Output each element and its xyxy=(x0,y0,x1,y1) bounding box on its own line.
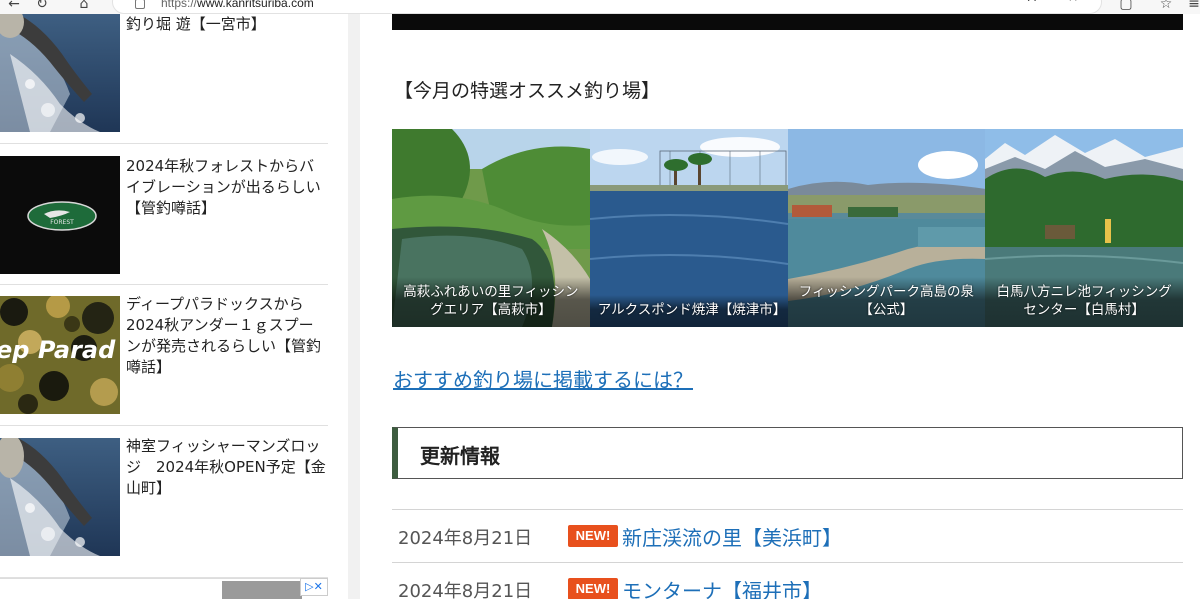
sidebar: 釣り堀 遊【一宮市】 FOREST 2024年秋フォレストからバイブレーションが… xyxy=(0,14,348,599)
spot-label[interactable]: フィッシングパーク高島の泉【公式】 xyxy=(787,277,986,327)
article-thumbnail[interactable]: FOREST xyxy=(0,156,120,274)
browser-toolbar: ← ↻ ⌂ https://www.kanritsuriba.com A⁺ ☆ … xyxy=(0,0,1200,14)
recommend-listing-link[interactable]: おすすめ釣り場に掲載するには？ xyxy=(393,364,693,393)
ad-banner[interactable] xyxy=(0,578,328,599)
featured-spot-card[interactable]: 白馬八方ニレ池フィッシングセンター【白馬村】 xyxy=(985,129,1183,327)
back-icon[interactable]: ← xyxy=(6,0,22,12)
new-badge: NEW! xyxy=(568,525,618,547)
media-banner xyxy=(392,14,1183,30)
site-info-icon[interactable] xyxy=(135,0,145,9)
news-divider xyxy=(392,562,1183,563)
page-gutter xyxy=(348,14,360,599)
svg-text:ep Parad: ep Parad xyxy=(0,336,116,364)
news-item[interactable]: 2024年8月21日 NEW! 新庄渓流の里【美浜町】 xyxy=(392,511,1183,561)
address-bar[interactable]: https://www.kanritsuriba.com A⁺ ☆ xyxy=(112,0,1102,14)
article-title[interactable]: 神室フィッシャーマンズロッジ 2024年秋OPEN予定【金山町】 xyxy=(126,436,326,499)
spot-label[interactable]: 白馬八方ニレ池フィッシングセンター【白馬村】 xyxy=(985,277,1183,327)
article-title[interactable]: 2024年秋フォレストからバイブレーションが出るらしい【管釣噂話】 xyxy=(126,156,326,219)
collections-icon[interactable]: ≡ xyxy=(1186,0,1200,12)
read-aloud-icon[interactable]: A⁺ xyxy=(1027,0,1043,5)
favorite-star-icon[interactable]: ☆ xyxy=(1065,0,1081,5)
sidebar-article[interactable]: 神室フィッシャーマンズロッジ 2024年秋OPEN予定【金山町】 xyxy=(0,426,328,578)
ad-image[interactable] xyxy=(222,581,302,599)
featured-spot-card[interactable]: 高萩ふれあいの里フィッシングエリア【高萩市】 xyxy=(392,129,590,327)
news-date: 2024年8月21日 xyxy=(398,528,533,549)
url-text: https://www.kanritsuriba.com xyxy=(161,0,314,10)
refresh-icon[interactable]: ↻ xyxy=(34,0,50,12)
new-badge: NEW! xyxy=(568,578,618,599)
article-thumbnail[interactable] xyxy=(0,14,120,132)
news-link[interactable]: 新庄渓流の里【美浜町】 xyxy=(622,522,842,551)
featured-spots: 高萩ふれあいの里フィッシングエリア【高萩市】 アルクスポンド焼津【焼津市】 フィ… xyxy=(392,129,1183,327)
news-divider xyxy=(392,509,1183,510)
update-section-header: 更新情報 xyxy=(392,427,1183,479)
article-title[interactable]: ディープパラドックスから2024秋アンダー１ｇスプーンが発売されるらしい【管釣噂… xyxy=(126,294,326,378)
featured-heading: 【今月の特選オススメ釣り場】 xyxy=(394,80,661,102)
article-thumbnail[interactable] xyxy=(0,438,120,556)
update-title: 更新情報 xyxy=(420,444,500,468)
sidebar-article[interactable]: 釣り堀 遊【一宮市】 xyxy=(0,14,328,144)
spot-label[interactable]: アルクスポンド焼津【焼津市】 xyxy=(589,295,788,327)
sidebar-article[interactable]: ep Parad ディープパラドックスから2024秋アンダー１ｇスプーンが発売さ… xyxy=(0,285,328,426)
home-icon[interactable]: ⌂ xyxy=(76,0,92,12)
news-item[interactable]: 2024年8月21日 NEW! モンターナ【福井市】 xyxy=(392,564,1183,599)
sidebar-article[interactable]: FOREST 2024年秋フォレストからバイブレーションが出るらしい【管釣噂話】 xyxy=(0,144,328,285)
article-title[interactable]: 釣り堀 遊【一宮市】 xyxy=(126,14,326,35)
svg-text:FOREST: FOREST xyxy=(50,219,74,226)
featured-spot-card[interactable]: アルクスポンド焼津【焼津市】 xyxy=(589,129,788,327)
news-date: 2024年8月21日 xyxy=(398,581,533,599)
main-content: 【今月の特選オススメ釣り場】 高萩ふれあいの里フィッシングエリア【高萩市】 アル… xyxy=(360,14,1200,599)
split-screen-icon[interactable]: ▢ xyxy=(1118,0,1134,12)
favorites-icon[interactable]: ☆ xyxy=(1158,0,1174,12)
adchoices-icon[interactable]: ▷✕ xyxy=(300,578,328,596)
spot-label[interactable]: 高萩ふれあいの里フィッシングエリア【高萩市】 xyxy=(392,277,590,327)
article-thumbnail[interactable]: ep Parad xyxy=(0,296,120,414)
news-link[interactable]: モンターナ【福井市】 xyxy=(622,575,822,599)
featured-spot-card[interactable]: フィッシングパーク高島の泉【公式】 xyxy=(787,129,986,327)
